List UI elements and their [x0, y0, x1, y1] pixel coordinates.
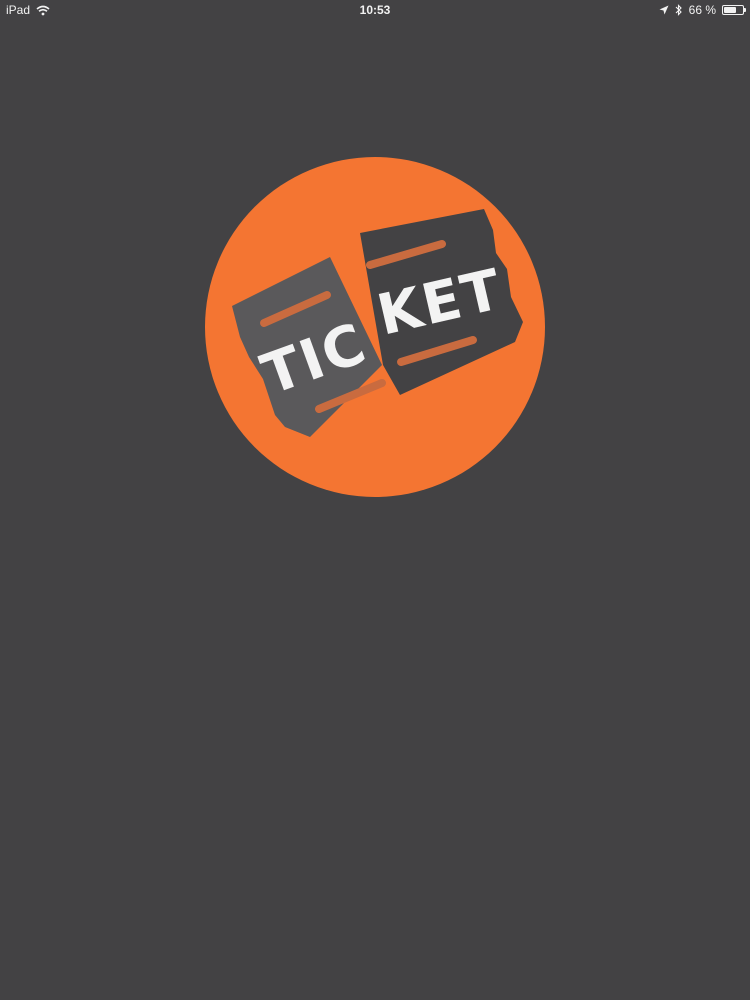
- ticket-logo-graphic: TIC KET: [205, 157, 545, 497]
- status-bar: iPad 10:53 66 %: [0, 0, 750, 20]
- battery-fill: [724, 7, 736, 13]
- status-time: 10:53: [359, 3, 391, 17]
- ticket-logo: TIC KET: [205, 157, 545, 497]
- location-arrow-icon: [659, 5, 669, 15]
- battery-percentage: 66 %: [688, 3, 716, 17]
- status-right: 66 %: [659, 3, 746, 17]
- battery-icon: [722, 5, 746, 15]
- bluetooth-icon: [675, 4, 683, 16]
- battery-tip: [744, 8, 746, 12]
